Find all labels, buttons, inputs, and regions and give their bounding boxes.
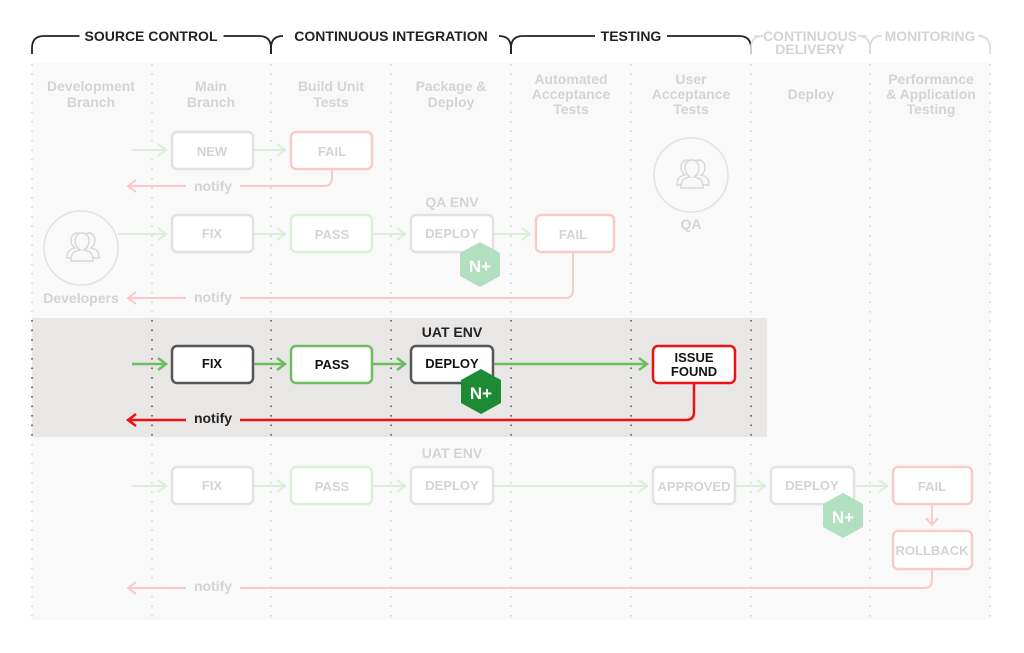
node-pass-label: PASS <box>315 479 350 494</box>
svg-text:Tests: Tests <box>673 101 709 117</box>
developers-label: Developers <box>43 290 119 306</box>
svg-text:Deploy: Deploy <box>788 86 835 102</box>
node-deploy-label: DEPLOY <box>425 226 479 241</box>
phase-continuous-integration: CONTINUOUS INTEGRATION <box>294 28 487 44</box>
node-fail-label: FAIL <box>318 144 346 159</box>
svg-text:User: User <box>675 71 707 87</box>
notify-label-row-1: notify <box>194 178 232 194</box>
svg-text:Branch: Branch <box>187 94 235 110</box>
node-fail-label: FAIL <box>918 479 946 494</box>
svg-text:& Application: & Application <box>886 86 976 102</box>
env-label-qa: QA ENV <box>425 194 479 210</box>
svg-text:N+: N+ <box>832 508 854 527</box>
svg-text:Acceptance: Acceptance <box>652 86 731 102</box>
svg-text:N+: N+ <box>470 384 492 403</box>
node-deploy-label: DEPLOY <box>425 356 479 371</box>
svg-text:N+: N+ <box>469 257 491 276</box>
node-fix-label: FIX <box>202 478 223 493</box>
svg-text:Tests: Tests <box>313 94 349 110</box>
notify-label-row-3: notify <box>194 410 232 426</box>
node-deploy-delivery-label: DEPLOY <box>785 478 839 493</box>
svg-text:Main: Main <box>195 78 227 94</box>
node-issue-found-line1: ISSUE <box>674 350 713 365</box>
node-fix-label: FIX <box>202 226 223 241</box>
node-pass-label: PASS <box>315 227 350 242</box>
node-rollback-label: ROLLBACK <box>896 543 970 558</box>
svg-text:Automated: Automated <box>534 71 607 87</box>
notify-label-row-2: notify <box>194 289 232 305</box>
svg-text:Branch: Branch <box>67 94 115 110</box>
svg-text:Testing: Testing <box>907 101 956 117</box>
developers-actor: Developers <box>43 210 119 306</box>
node-pass-label: PASS <box>315 357 350 372</box>
column-header-deploy: Deploy <box>788 86 835 102</box>
phase-continuous-delivery-line2: DELIVERY <box>775 41 845 57</box>
phase-testing: TESTING <box>601 28 662 44</box>
qa-label: QA <box>681 216 702 232</box>
node-fix-label: FIX <box>202 356 223 371</box>
devops-pipeline-diagram: SOURCE CONTROL CONTINUOUS INTEGRATION TE… <box>31 28 991 620</box>
node-fail-label: FAIL <box>559 227 587 242</box>
node-approved-label: APPROVED <box>658 479 731 494</box>
svg-text:Tests: Tests <box>553 101 589 117</box>
svg-text:Acceptance: Acceptance <box>532 86 611 102</box>
svg-text:Package &: Package & <box>416 78 487 94</box>
svg-text:Development: Development <box>47 78 135 94</box>
node-new-label: NEW <box>197 144 228 159</box>
phase-monitoring: MONITORING <box>885 28 976 44</box>
node-issue-found-line2: FOUND <box>671 364 717 379</box>
svg-text:Performance: Performance <box>888 71 974 87</box>
notify-label-row-4: notify <box>194 578 232 594</box>
svg-text:Deploy: Deploy <box>428 94 475 110</box>
svg-text:Build Unit: Build Unit <box>298 78 364 94</box>
env-label-uat: UAT ENV <box>422 445 483 461</box>
node-deploy-label: DEPLOY <box>425 478 479 493</box>
env-label-uat: UAT ENV <box>422 324 483 340</box>
phase-source-control: SOURCE CONTROL <box>85 28 218 44</box>
